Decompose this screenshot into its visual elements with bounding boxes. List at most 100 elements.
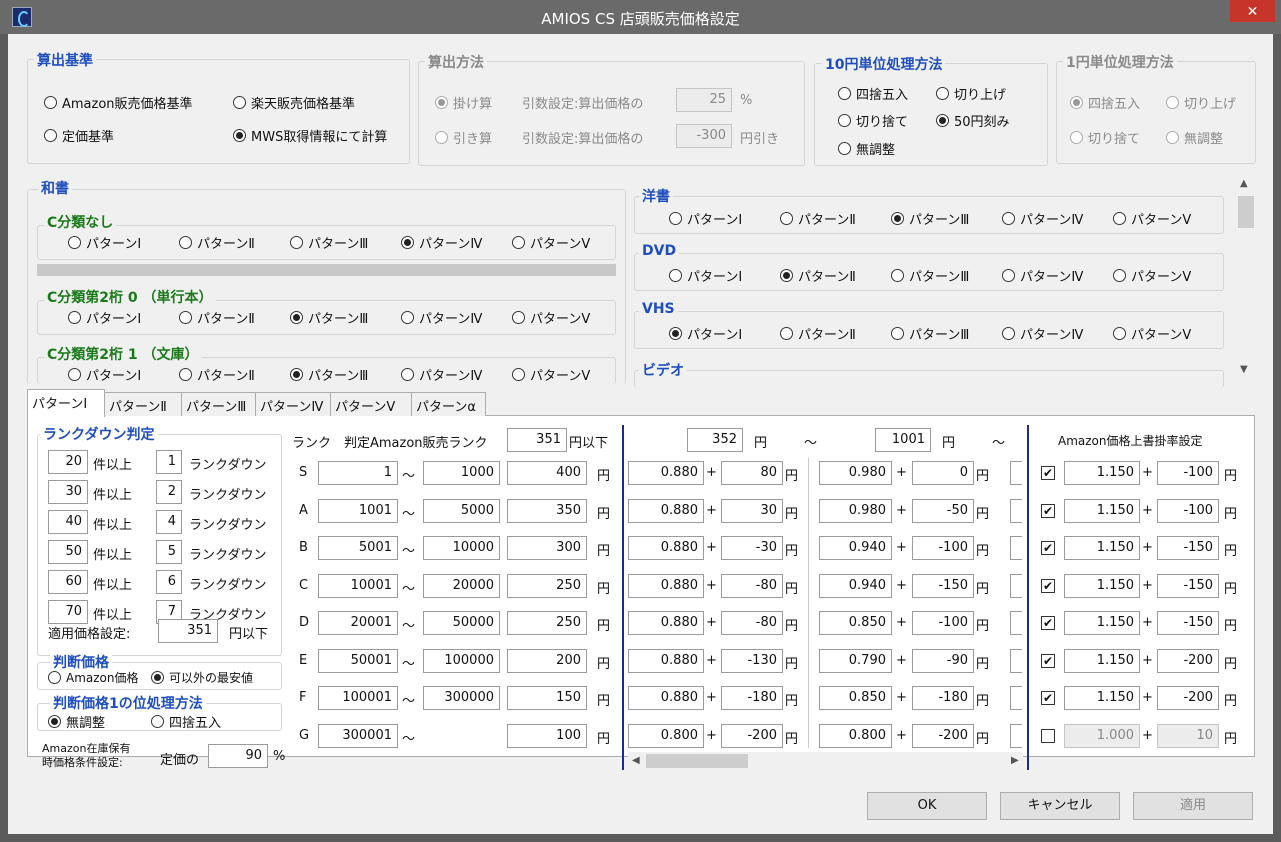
zaiko-input[interactable]: 90: [208, 744, 268, 768]
radio-ten-round[interactable]: 四捨五入: [838, 84, 908, 103]
add-2-input[interactable]: -150: [912, 573, 974, 598]
add-1-input[interactable]: -200: [721, 723, 783, 748]
rank-from-input[interactable]: 1001: [318, 498, 398, 523]
cut-input[interactable]: [1010, 498, 1022, 523]
washo-0-pattern-1[interactable]: パターンⅠ: [68, 233, 141, 252]
hscroll-thumb[interactable]: [646, 754, 748, 768]
mult-1-input[interactable]: 0.880: [628, 611, 704, 635]
media-2-pattern-3[interactable]: パターンⅢ: [891, 324, 969, 343]
washo-0-pattern-2[interactable]: パターンⅡ: [179, 233, 255, 252]
override-checkbox[interactable]: [1041, 728, 1055, 743]
add-2-input[interactable]: -100: [912, 536, 974, 560]
radio-handan1-round[interactable]: 四捨五入: [151, 712, 221, 731]
add-1-input[interactable]: -80: [721, 611, 783, 635]
radio-subtract[interactable]: 引き算: [435, 128, 492, 147]
cut-input[interactable]: [1010, 686, 1022, 710]
rank-to-input[interactable]: 5000: [423, 498, 500, 523]
mult-3-input[interactable]: 1.150: [1064, 686, 1140, 710]
apply-price-input[interactable]: 351: [158, 619, 218, 643]
mult-3-input[interactable]: 1.150: [1064, 611, 1140, 635]
rankdown-count-input[interactable]: 40: [48, 510, 88, 534]
override-checkbox[interactable]: ✔: [1041, 466, 1055, 480]
add-3-input[interactable]: -200: [1157, 686, 1219, 710]
tab-pattern-2[interactable]: パターンⅡ: [104, 392, 182, 416]
mult-2-input[interactable]: 0.800: [819, 723, 892, 748]
tab-pattern-5[interactable]: パターンⅤ: [330, 392, 412, 416]
washo-2-pattern-5[interactable]: パターンⅤ: [512, 365, 590, 384]
media-2-pattern-2[interactable]: パターンⅡ: [780, 324, 856, 343]
mult-2-input[interactable]: 0.980: [819, 461, 892, 485]
radio-ten-ceil[interactable]: 切り上げ: [936, 84, 1006, 103]
header-price-input[interactable]: 351: [507, 428, 567, 452]
add-1-input[interactable]: -30: [721, 536, 783, 560]
media-2-pattern-1[interactable]: パターンⅠ: [669, 324, 742, 343]
cut-input[interactable]: [1010, 536, 1022, 560]
media-1-pattern-5[interactable]: パターンⅤ: [1113, 266, 1191, 285]
add-2-input[interactable]: -50: [912, 498, 974, 523]
radio-multiply[interactable]: 掛け算: [435, 93, 492, 112]
cancel-button[interactable]: キャンセル: [1000, 792, 1120, 820]
mult-1-input[interactable]: 0.800: [628, 723, 704, 748]
add-2-input[interactable]: -100: [912, 611, 974, 635]
media-1-pattern-4[interactable]: パターンⅣ: [1002, 266, 1083, 285]
rank-to-input[interactable]: 20000: [423, 573, 500, 598]
mult-2-input[interactable]: 0.980: [819, 498, 892, 523]
washo-1-pattern-2[interactable]: パターンⅡ: [179, 308, 255, 327]
washo-1-pattern-4[interactable]: パターンⅣ: [401, 308, 482, 327]
cut-input[interactable]: [1010, 611, 1022, 635]
rankdown-level-input[interactable]: 5: [156, 540, 182, 564]
scroll-left-icon[interactable]: ◀: [632, 755, 640, 766]
media-0-pattern-3[interactable]: パターンⅢ: [891, 209, 969, 228]
rankdown-count-input[interactable]: 30: [48, 480, 88, 504]
header-to-input[interactable]: 1001: [875, 428, 931, 452]
scroll-up-icon[interactable]: ▲: [1240, 178, 1248, 189]
base-price-input[interactable]: 250: [507, 611, 587, 635]
mult-1-input[interactable]: 0.880: [628, 461, 704, 485]
rank-to-input[interactable]: 1000: [423, 461, 500, 485]
radio-ten-floor[interactable]: 切り捨て: [838, 111, 908, 130]
washo-2-pattern-2[interactable]: パターンⅡ: [179, 365, 255, 384]
add-3-input[interactable]: -150: [1157, 611, 1219, 635]
mult-3-input[interactable]: 1.150: [1064, 461, 1140, 485]
washo-2-pattern-1[interactable]: パターンⅠ: [68, 365, 141, 384]
rank-from-input[interactable]: 300001: [318, 723, 398, 748]
cut-input[interactable]: [1010, 573, 1022, 598]
mult-1-input[interactable]: 0.880: [628, 573, 704, 598]
base-price-input[interactable]: 150: [507, 686, 587, 710]
tab-pattern-6[interactable]: パターンα: [411, 392, 486, 416]
rank-from-input[interactable]: 10001: [318, 573, 398, 598]
override-checkbox[interactable]: ✔: [1041, 578, 1055, 593]
cut-input[interactable]: [1010, 461, 1022, 485]
rank-from-input[interactable]: 20001: [318, 611, 398, 635]
add-2-input[interactable]: -180: [912, 686, 974, 710]
radio-rakuten-price[interactable]: 楽天販売価格基準: [233, 93, 355, 112]
rankdown-count-input[interactable]: 70: [48, 600, 88, 624]
close-button[interactable]: ✕: [1230, 0, 1275, 22]
media-1-pattern-3[interactable]: パターンⅢ: [891, 266, 969, 285]
mult-3-input[interactable]: 1.000: [1064, 723, 1140, 748]
media-1-pattern-1[interactable]: パターンⅠ: [669, 266, 742, 285]
add-3-input[interactable]: -200: [1157, 648, 1219, 673]
mult-3-input[interactable]: 1.150: [1064, 573, 1140, 598]
base-price-input[interactable]: 100: [507, 723, 587, 748]
base-price-input[interactable]: 400: [507, 461, 587, 485]
media-0-pattern-4[interactable]: パターンⅣ: [1002, 209, 1083, 228]
washo-0-pattern-4[interactable]: パターンⅣ: [401, 233, 482, 252]
washo-1-pattern-3[interactable]: パターンⅢ: [290, 308, 368, 327]
override-checkbox[interactable]: ✔: [1041, 616, 1055, 630]
washo-0-pattern-3[interactable]: パターンⅢ: [290, 233, 368, 252]
rank-to-input[interactable]: 50000: [423, 611, 500, 635]
washo-1-pattern-1[interactable]: パターンⅠ: [68, 308, 141, 327]
radio-mws[interactable]: MWS取得情報にて計算: [233, 126, 387, 145]
radio-one-round[interactable]: 四捨五入: [1070, 93, 1140, 112]
washo-1-pattern-5[interactable]: パターンⅤ: [512, 308, 590, 327]
add-1-input[interactable]: -130: [721, 648, 783, 673]
override-checkbox[interactable]: ✔: [1041, 503, 1055, 518]
add-3-input[interactable]: -100: [1157, 461, 1219, 485]
base-price-input[interactable]: 250: [507, 573, 587, 598]
rank-to-input[interactable]: 100000: [423, 648, 500, 673]
rank-from-input[interactable]: 100001: [318, 686, 398, 710]
mult-1-input[interactable]: 0.880: [628, 686, 704, 710]
multiply-input[interactable]: 25: [676, 88, 732, 112]
add-2-input[interactable]: 0: [912, 461, 974, 485]
